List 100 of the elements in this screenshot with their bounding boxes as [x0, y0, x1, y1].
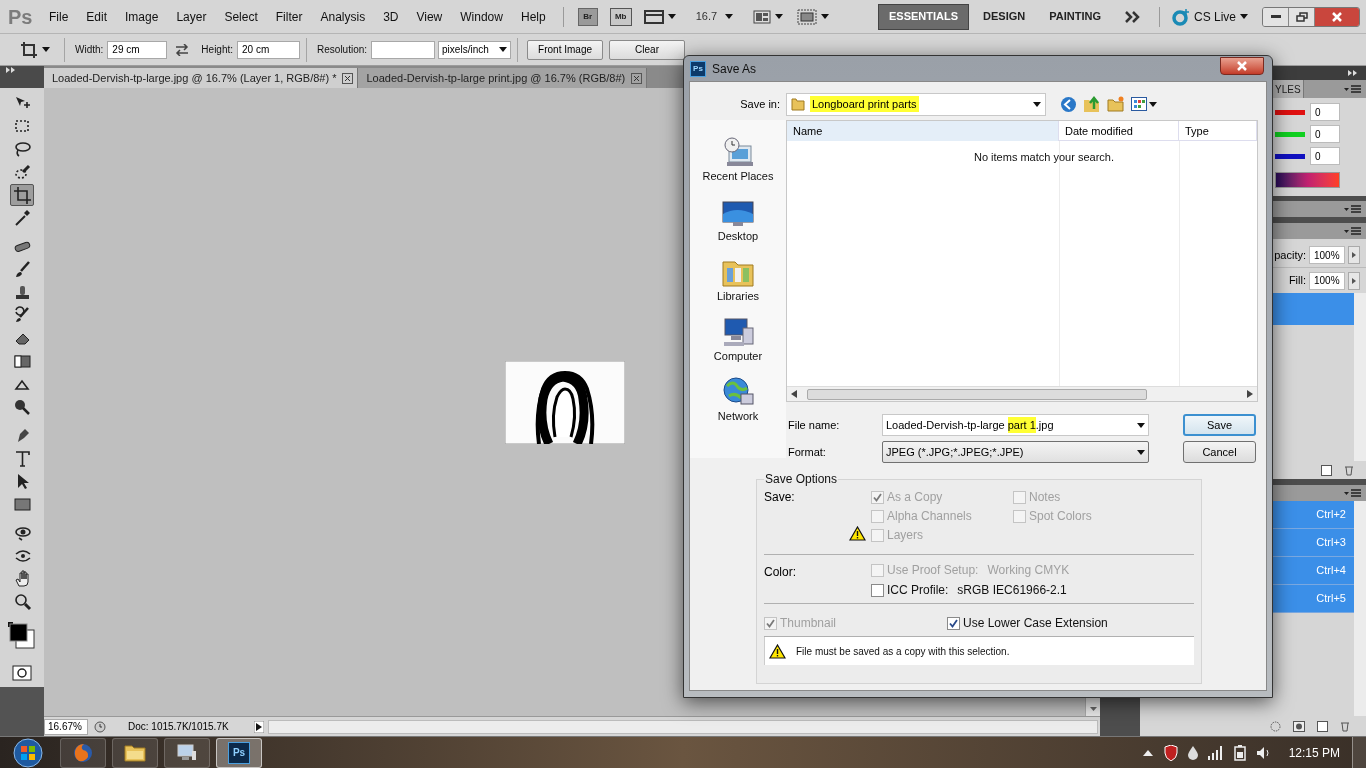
opacity-field[interactable]: 100% [1309, 246, 1345, 264]
vertical-scrollbar[interactable] [1354, 293, 1366, 461]
clock[interactable]: 12:15 PM [1288, 743, 1340, 762]
menu-item[interactable]: Layer [167, 4, 216, 29]
menu-item[interactable]: 3D [374, 4, 408, 29]
menu-item[interactable]: Image [116, 4, 168, 29]
menu-item[interactable]: Edit [77, 4, 117, 29]
minimize-button[interactable] [1263, 7, 1289, 26]
workspace-tab[interactable]: PAINTING [1039, 3, 1111, 30]
trash-icon[interactable] [1344, 464, 1354, 476]
place-item[interactable]: Libraries [694, 246, 782, 306]
document-tab[interactable]: Loaded-Dervish-tp-large.jpg @ 16.7% (Layer 1, RGB/8#) * [44, 68, 359, 88]
more-icon[interactable] [1124, 10, 1141, 23]
menu-item[interactable]: Select [215, 4, 267, 29]
unit-dropdown[interactable]: pixels/inch [438, 40, 512, 59]
menu-item[interactable]: Help [511, 4, 555, 29]
resolution-field[interactable] [371, 40, 436, 59]
show-hidden-icon[interactable] [1142, 749, 1153, 756]
recent-places-icon[interactable] [721, 135, 755, 168]
taskbar-app[interactable]: Ps [216, 737, 262, 768]
view-menu-button[interactable] [1131, 97, 1157, 111]
taskbar-app[interactable] [164, 737, 210, 768]
quick-mask-icon[interactable] [12, 665, 32, 681]
menu-item[interactable]: Window [451, 4, 512, 29]
restore-button[interactable] [1289, 7, 1315, 26]
slider-track[interactable] [1275, 109, 1305, 115]
place-item[interactable]: Computer [694, 306, 782, 366]
horizontal-scrollbar[interactable] [268, 719, 1098, 734]
bridge-button[interactable]: Br [577, 7, 598, 26]
panel-tab[interactable]: YLES [1273, 80, 1304, 98]
status-icon[interactable] [94, 720, 106, 733]
panel-menu-icon[interactable] [1344, 84, 1362, 94]
value-field[interactable]: 0 [1310, 125, 1340, 143]
network-icon[interactable] [721, 375, 755, 408]
speaker-icon[interactable] [1255, 745, 1272, 760]
close-button[interactable] [1315, 7, 1359, 26]
crop-tool-preset[interactable] [20, 40, 50, 59]
panel-menu-icon[interactable] [1344, 488, 1362, 498]
save-in-dropdown[interactable]: Longboard print parts [786, 92, 1046, 116]
color-spectrum[interactable] [1275, 172, 1340, 188]
desktop-icon[interactable] [721, 199, 755, 228]
panel-menu-icon[interactable] [1344, 204, 1362, 214]
vertical-scrollbar[interactable] [1354, 501, 1366, 716]
zoom-dropdown[interactable]: 16.7 [695, 8, 734, 25]
mask-icon[interactable] [1293, 720, 1305, 732]
value-field[interactable]: 0 [1310, 147, 1340, 165]
battery-icon[interactable] [1233, 744, 1246, 761]
column-header[interactable]: Type [1179, 121, 1257, 141]
arrow-right-icon[interactable] [1348, 246, 1360, 264]
menu-item[interactable]: View [407, 4, 452, 29]
crop-icon[interactable] [10, 184, 34, 206]
new-layer-icon[interactable] [1321, 464, 1332, 476]
height-field[interactable]: 20 cm [237, 40, 301, 59]
menu-item[interactable]: Filter [266, 4, 312, 29]
scroll-left-icon[interactable] [791, 390, 797, 398]
taskbar-app[interactable] [112, 737, 158, 768]
trash-icon[interactable] [1340, 720, 1350, 732]
swap-icon[interactable] [175, 43, 190, 56]
menu-item[interactable]: File [40, 4, 78, 29]
color-swatches-icon[interactable] [7, 621, 37, 651]
drop-icon[interactable] [1187, 745, 1198, 760]
screen-mode-button[interactable] [643, 8, 676, 25]
show-desktop-button[interactable] [1352, 736, 1366, 768]
save-button[interactable]: Save [1183, 414, 1256, 436]
up-folder-icon[interactable] [1083, 95, 1101, 113]
checkbox[interactable] [871, 583, 884, 597]
document-tab[interactable]: Loaded-Dervish-tp-large print.jpg @ 16.7% (RGB/8#) [358, 68, 648, 88]
horizontal-scrollbar[interactable] [787, 386, 1257, 401]
format-dropdown[interactable]: JPEG (*.JPG;*.JPEG;*.JPE) [882, 441, 1149, 463]
zoom-field[interactable]: 16.67% [44, 718, 88, 735]
menu-item[interactable]: Analysis [311, 4, 375, 29]
place-item[interactable]: Recent Places [694, 126, 782, 186]
checkbox[interactable] [947, 616, 960, 630]
column-header[interactable]: Date modified [1059, 121, 1179, 141]
column-header[interactable]: Name [787, 121, 1059, 141]
slider-track[interactable] [1275, 131, 1305, 137]
new-channel-icon[interactable] [1317, 720, 1328, 732]
collapse-icon[interactable] [1348, 69, 1358, 77]
scroll-right-icon[interactable] [1247, 390, 1253, 398]
close-icon[interactable] [342, 72, 354, 84]
cancel-button[interactable]: Cancel [1183, 441, 1256, 463]
mini-bridge-button[interactable]: Mb [609, 7, 632, 26]
panel-menu-icon[interactable] [1344, 226, 1362, 236]
screen-button[interactable] [797, 8, 830, 25]
cs-live-button[interactable]: CS Live [1171, 7, 1248, 26]
computer-icon[interactable] [721, 315, 755, 348]
signal-icon[interactable] [1207, 745, 1224, 760]
width-field[interactable]: 29 cm [107, 40, 168, 59]
close-button[interactable] [1220, 56, 1264, 75]
shield-icon[interactable] [1163, 744, 1178, 761]
option-button[interactable]: Front Image [527, 39, 604, 60]
slider-track[interactable] [1275, 153, 1305, 159]
place-item[interactable]: Desktop [694, 186, 782, 246]
dotted-circle-icon[interactable] [1270, 720, 1281, 732]
place-item[interactable]: Network [694, 366, 782, 426]
taskbar-app[interactable] [60, 737, 106, 768]
close-icon[interactable] [631, 72, 643, 84]
fill-field[interactable]: 100% [1309, 271, 1345, 290]
workspace-tab[interactable]: ESSENTIALS [877, 3, 970, 30]
value-field[interactable]: 0 [1310, 103, 1340, 121]
